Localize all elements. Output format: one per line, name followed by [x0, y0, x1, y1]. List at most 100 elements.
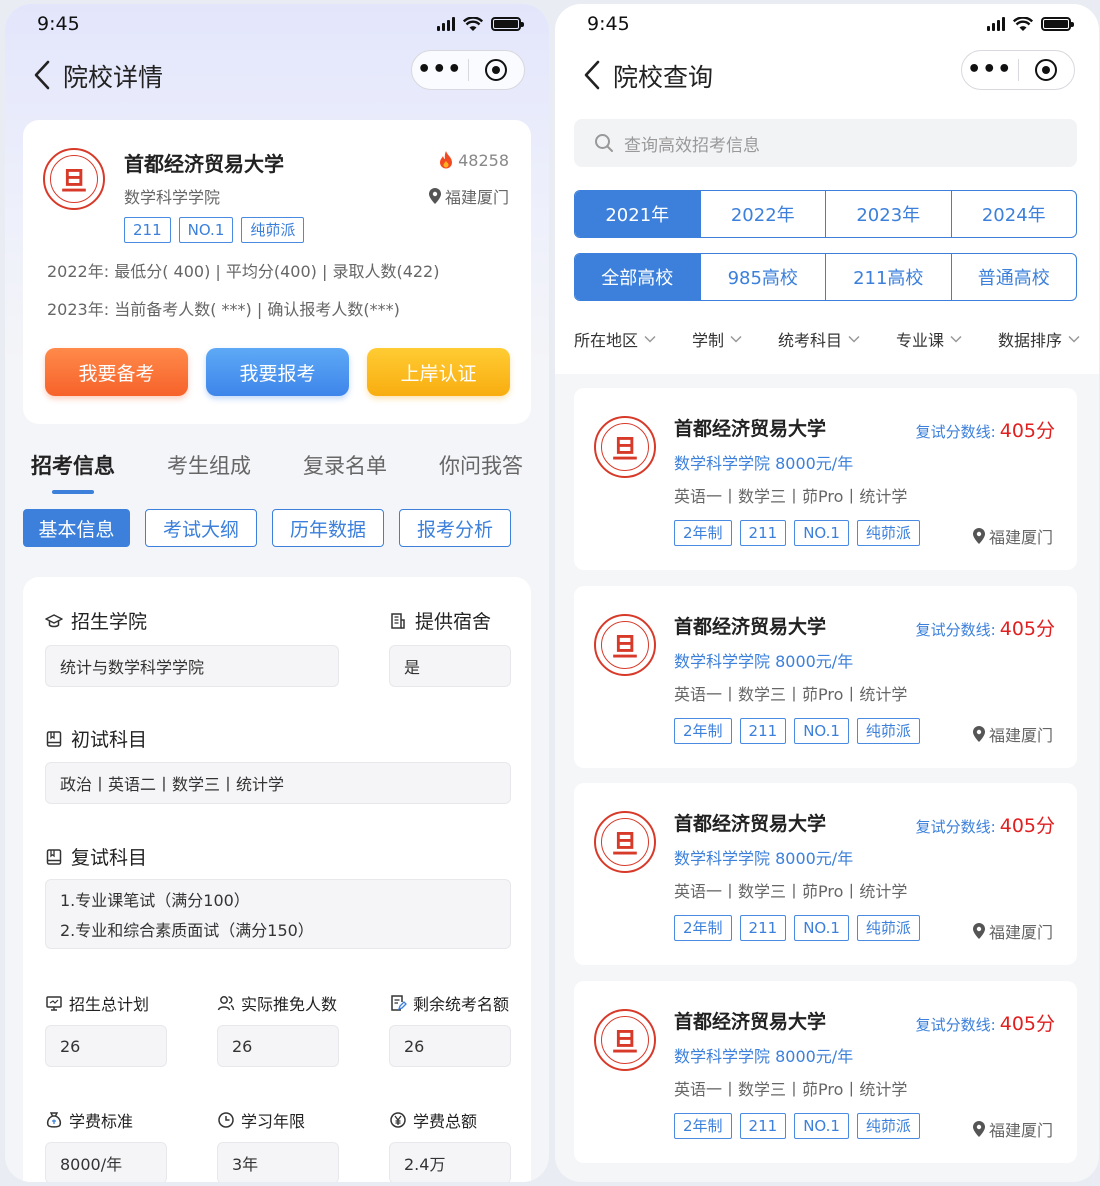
university-logo: 旦: [594, 811, 656, 873]
exam-subjects: 英语一丨数学三丨茆Pro丨统计学: [674, 882, 908, 901]
yuan-icon: [390, 1112, 406, 1128]
school-college: 数学科学学院: [124, 188, 221, 207]
filter-sort[interactable]: 数据排序: [998, 327, 1080, 351]
years-field: 3年: [217, 1142, 339, 1182]
back-arrow-icon[interactable]: [31, 60, 55, 90]
close-program-icon[interactable]: [468, 59, 524, 81]
book-icon: [46, 848, 62, 865]
status-time: 9:45: [37, 13, 80, 35]
location-pin-icon: [972, 528, 985, 544]
nav-bar: 院校详情 •••: [5, 50, 549, 100]
filter-major-course[interactable]: 专业课: [896, 327, 962, 351]
tab-qa[interactable]: 你问我答: [439, 450, 523, 480]
year-option[interactable]: 2023年: [825, 191, 951, 237]
retest-score: 复试分数线: 405分: [915, 618, 1055, 640]
filter-duration[interactable]: 学制: [692, 327, 742, 351]
page-title: 院校详情: [63, 63, 164, 92]
status-bar: 9:45: [37, 10, 524, 38]
building-icon: [391, 612, 405, 629]
subtab-syllabus[interactable]: 考试大纲: [145, 509, 257, 547]
remain-field: 26: [389, 1025, 511, 1067]
tag: 211: [739, 718, 787, 744]
tag: 纯茆派: [856, 1113, 920, 1139]
prepare-button[interactable]: 我要备考: [45, 348, 188, 396]
tab-admission-list[interactable]: 复录名单: [303, 450, 387, 480]
school-name: 首都经济贸易大学: [674, 813, 827, 835]
college-fee: 数学科学学院 8000元/年: [674, 849, 854, 868]
more-icon[interactable]: •••: [412, 52, 468, 88]
tag: 2年制: [674, 1113, 732, 1139]
subtab-basic-info[interactable]: 基本信息: [23, 509, 130, 547]
school-name: 首都经济贸易大学: [674, 616, 827, 638]
school-list-item[interactable]: 旦 首都经济贸易大学 复试分数线: 405分 数学科学学院 8000元/年 英语一…: [574, 586, 1077, 768]
filter-exam-subject[interactable]: 统考科目: [778, 327, 860, 351]
edit-document-icon: [391, 995, 407, 1011]
school-name: 首都经济贸易大学: [674, 1011, 827, 1033]
chevron-down-icon: [644, 335, 656, 343]
tag: NO.1: [794, 915, 849, 941]
basic-info-card: 招生学院 统计与数学科学学院 提供宿舍 是 初试科目 政治丨英语二丨数学三丨统计…: [23, 577, 531, 1182]
years-label: 学习年限: [217, 1108, 305, 1132]
search-icon: [595, 134, 613, 152]
college-fee: 数学科学学院 8000元/年: [674, 1047, 854, 1066]
battery-icon: [1041, 17, 1074, 31]
main-tabs: 招考信息 考生组成 复录名单 你问我答: [31, 450, 523, 480]
school-tags: 2年制 211 NO.1 纯茆派: [674, 915, 920, 941]
type-option[interactable]: 211高校: [825, 254, 951, 300]
filter-region[interactable]: 所在地区: [574, 327, 656, 351]
wifi-icon: [1013, 16, 1033, 31]
apply-button[interactable]: 我要报考: [206, 348, 349, 396]
retest-score: 复试分数线: 405分: [915, 1013, 1055, 1035]
type-option[interactable]: 普通高校: [950, 254, 1077, 300]
tag: NO.1: [794, 520, 849, 546]
school-tags: 2年制 211 NO.1 纯茆派: [674, 718, 920, 744]
college-fee: 数学科学学院 8000元/年: [674, 454, 854, 473]
chevron-down-icon: [730, 335, 742, 343]
year-option[interactable]: 2022年: [699, 191, 826, 237]
page-title: 院校查询: [613, 63, 714, 92]
location-pin-icon: [972, 923, 985, 939]
school-list-item[interactable]: 旦 首都经济贸易大学 复试分数线: 405分 数学科学学院 8000元/年 英语一…: [574, 783, 1077, 965]
school-card: 旦 首都经济贸易大学 48258 数学科学学院 福建厦门 211 NO.1 纯茆…: [23, 120, 531, 424]
tag: 2年制: [674, 915, 732, 941]
chevron-down-icon: [848, 335, 860, 343]
nav-bar: 院校查询 •••: [555, 50, 1099, 100]
close-program-icon[interactable]: [1018, 59, 1074, 81]
tab-admission-info[interactable]: 招考信息: [31, 450, 115, 480]
tag: 211: [739, 520, 787, 546]
clock-icon: [218, 1112, 234, 1128]
search-input[interactable]: 查询高效招考信息: [574, 119, 1077, 167]
filter-bar: 所在地区 学制 统考科目 专业课 数据排序: [574, 327, 1080, 351]
tag: 211: [739, 1113, 787, 1139]
tag: 纯茆派: [856, 915, 920, 941]
school-type-selector: 全部高校 985高校 211高校 普通高校: [574, 253, 1077, 301]
mini-program-capsule: •••: [961, 50, 1075, 90]
school-list-item[interactable]: 旦 首都经济贸易大学 复试分数线: 405分 数学科学学院 8000元/年 英语一…: [574, 388, 1077, 570]
tab-candidate-composition[interactable]: 考生组成: [167, 450, 251, 480]
school-detail-screen: 9:45 院校详情 ••• 旦 首都经济贸易大学 48258 数学科学学院 福建…: [5, 4, 549, 1182]
college-fee: 数学科学学院 8000元/年: [674, 652, 854, 671]
tag: NO.1: [178, 217, 234, 243]
subtab-analysis[interactable]: 报考分析: [399, 509, 511, 547]
tag: 纯茆派: [241, 217, 305, 243]
type-option[interactable]: 全部高校: [575, 254, 700, 300]
location-pin-icon: [972, 1121, 985, 1137]
stats-2022: 2022年: 最低分( 400) | 平均分(400) | 录取人数(422): [47, 262, 440, 281]
university-logo: 旦: [594, 1009, 656, 1071]
school-list-item[interactable]: 旦 首都经济贸易大学 复试分数线: 405分 数学科学学院 8000元/年 英语一…: [574, 981, 1077, 1163]
location-pin-icon: [972, 726, 985, 742]
more-icon[interactable]: •••: [962, 52, 1018, 88]
back-arrow-icon[interactable]: [581, 60, 605, 90]
year-option[interactable]: 2024年: [950, 191, 1077, 237]
certify-button[interactable]: 上岸认证: [367, 348, 510, 396]
tag: 纯茆派: [856, 718, 920, 744]
chevron-down-icon: [950, 335, 962, 343]
total-fee-label: 学费总额: [389, 1108, 477, 1132]
subtab-history-data[interactable]: 历年数据: [272, 509, 384, 547]
second-exam-line: 2.专业和综合素质面试（满分150）: [60, 921, 314, 940]
type-option[interactable]: 985高校: [699, 254, 826, 300]
university-logo: 旦: [594, 614, 656, 676]
school-tags: 2年制 211 NO.1 纯茆派: [674, 1113, 920, 1139]
year-option[interactable]: 2021年: [575, 191, 700, 237]
stats-2023: 2023年: 当前备考人数( ***) | 确认报考人数(***): [47, 300, 400, 319]
